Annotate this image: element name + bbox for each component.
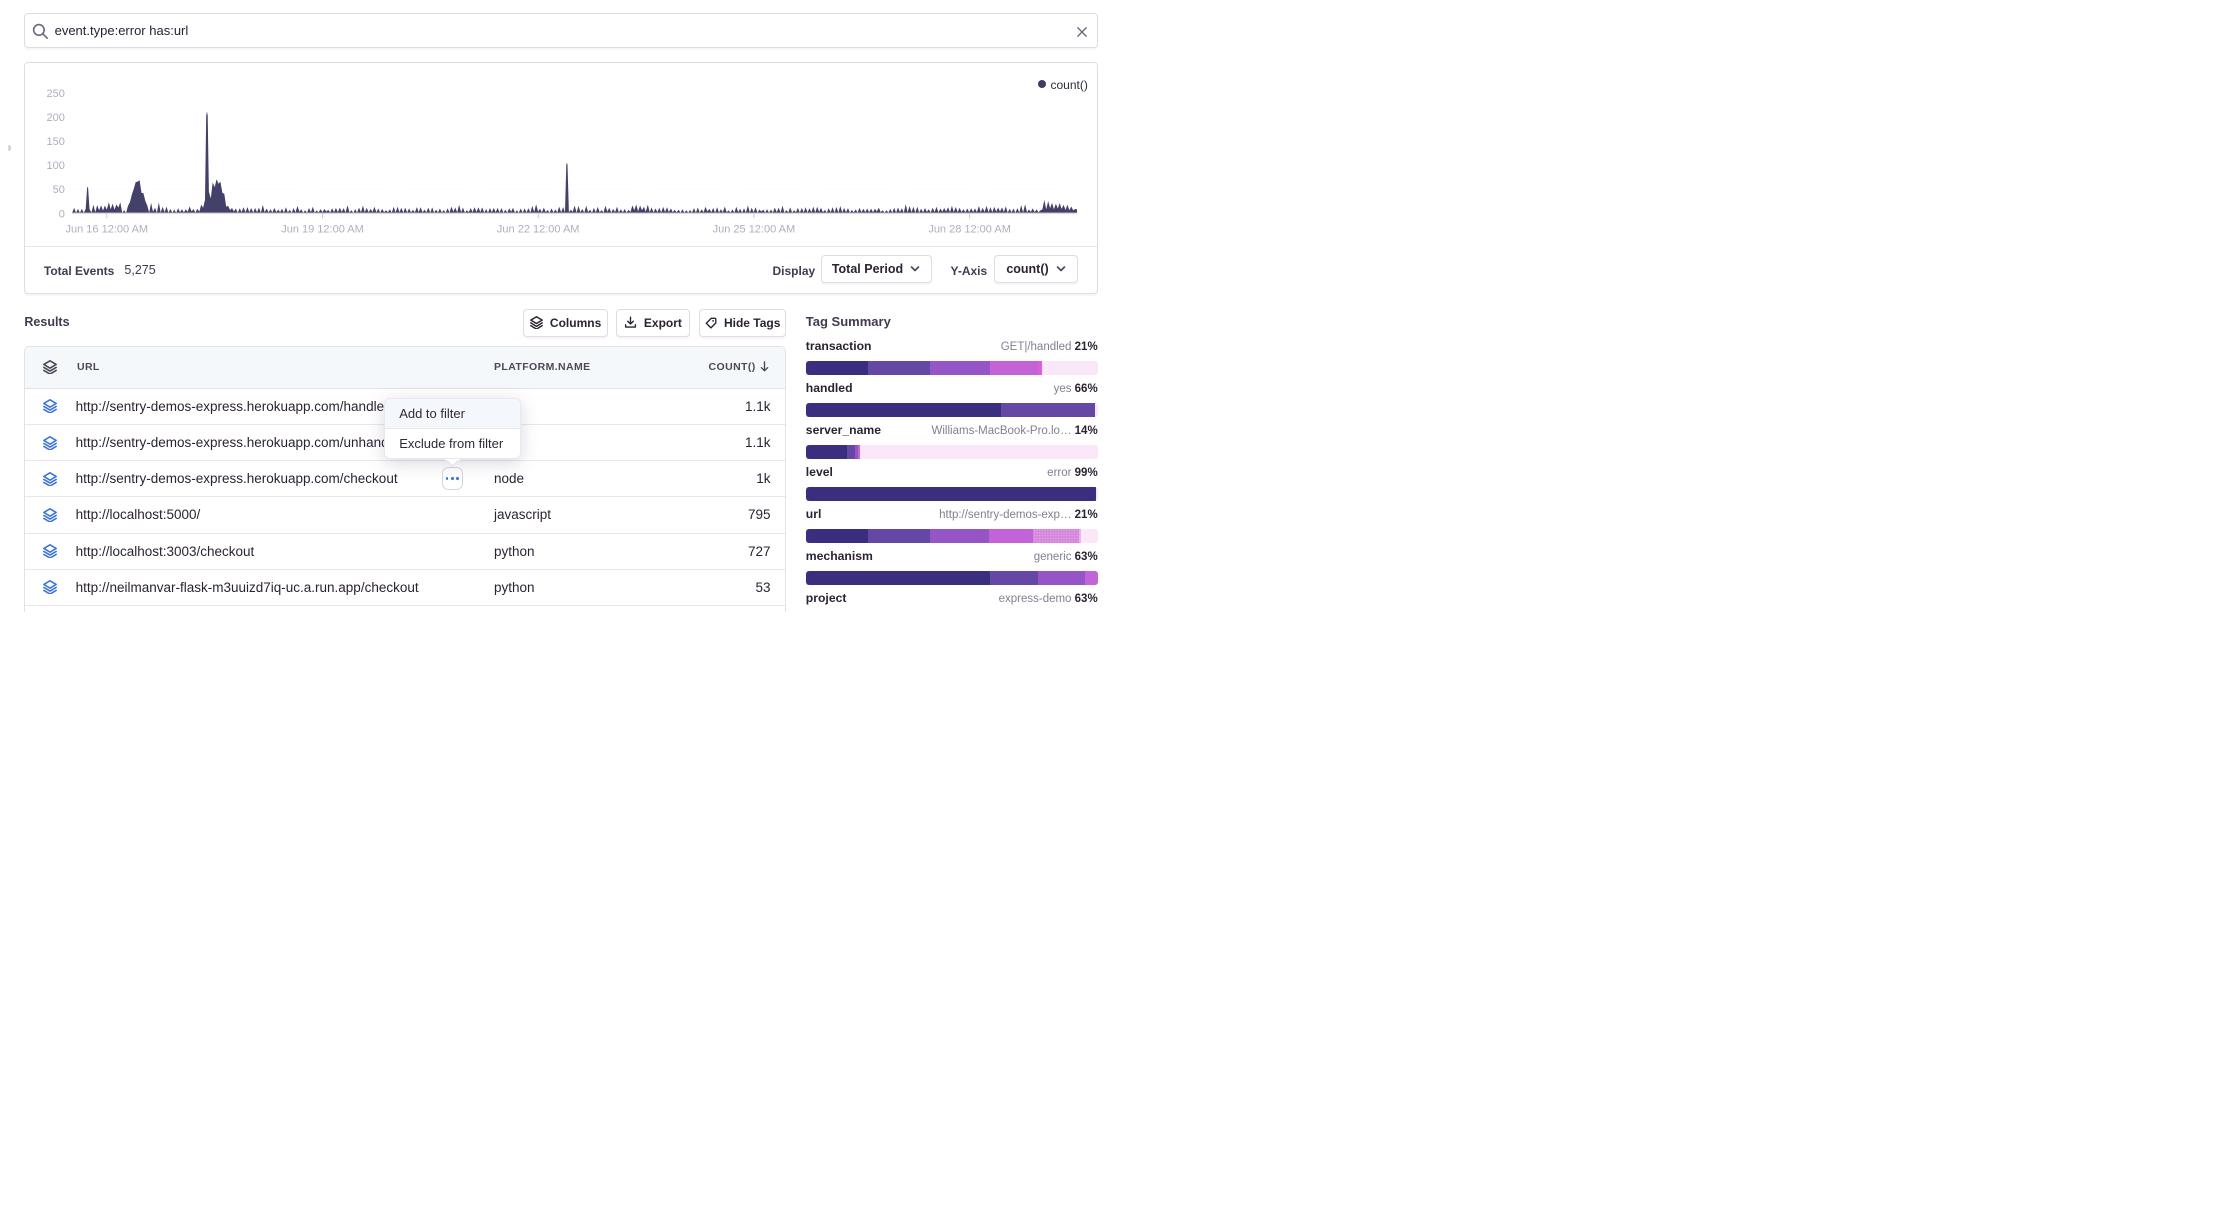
svg-text:100: 100 [46,160,64,172]
svg-text:Jun 22 12:00 AM: Jun 22 12:00 AM [496,224,579,236]
svg-text:250: 250 [46,88,64,100]
svg-text:200: 200 [46,112,64,124]
svg-text:Jun 16 12:00 AM: Jun 16 12:00 AM [65,224,148,236]
svg-text:150: 150 [46,136,64,148]
svg-text:Jun 28 12:00 AM: Jun 28 12:00 AM [928,224,1011,236]
svg-text:50: 50 [52,184,64,196]
svg-text:Jun 25 12:00 AM: Jun 25 12:00 AM [712,224,795,236]
svg-text:Jun 19 12:00 AM: Jun 19 12:00 AM [281,224,364,236]
svg-text:0: 0 [58,208,64,220]
